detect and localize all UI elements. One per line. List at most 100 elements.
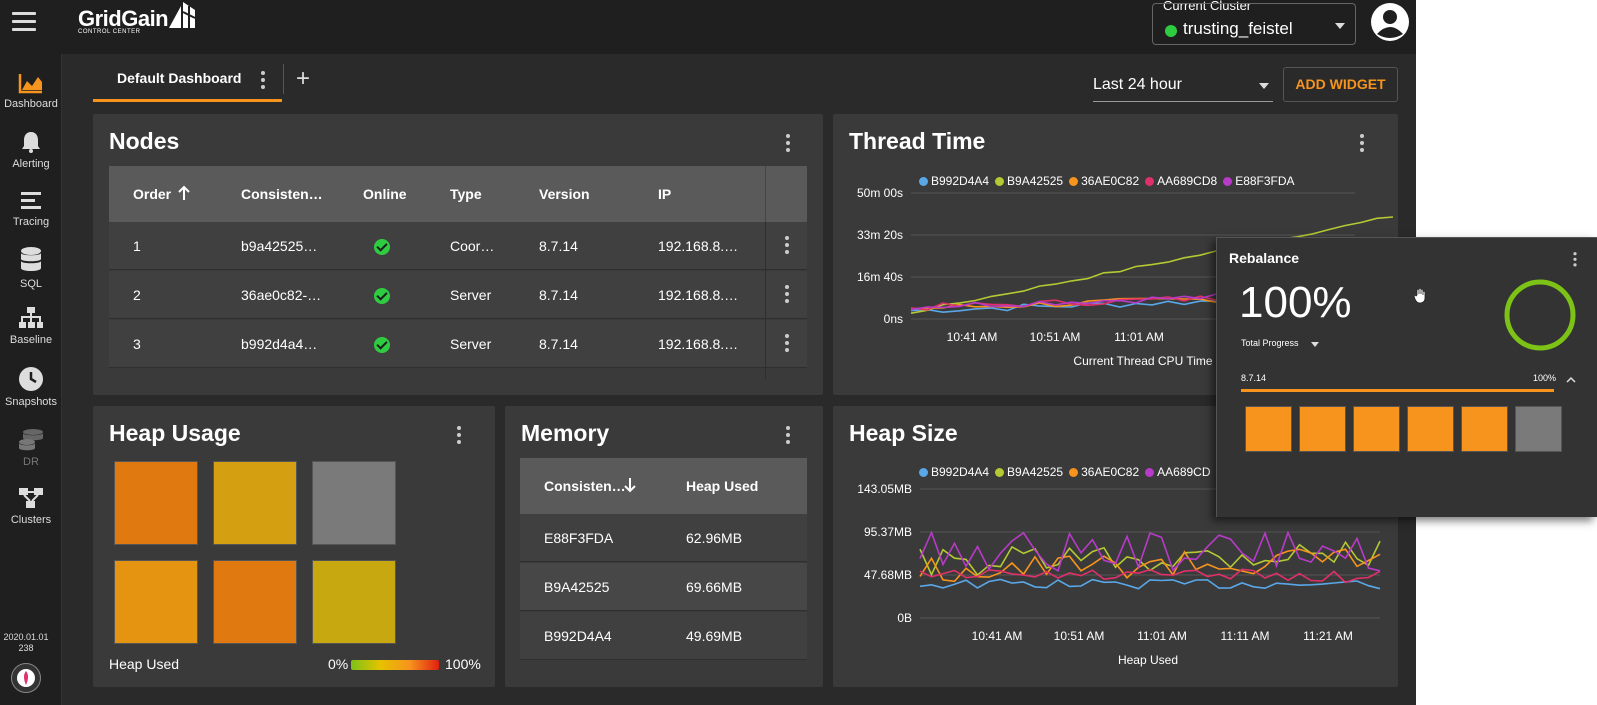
- table-row[interactable]: E88F3FDA 62.96MB: [520, 514, 807, 562]
- x-tick-label: 11:21 AM: [1303, 629, 1353, 643]
- sidebar-item-label: Clusters: [10, 514, 52, 526]
- widget-menu-icon[interactable]: [786, 134, 790, 155]
- sidebar-item-tracing[interactable]: Tracing: [0, 190, 62, 228]
- rebalance-widget[interactable]: Rebalance 100% Total Progress 8.7.14 100…: [1216, 237, 1597, 517]
- partition-cell[interactable]: [1245, 406, 1292, 452]
- sidebar-item-sql[interactable]: SQL: [0, 246, 62, 290]
- sidebar-item-label: Snapshots: [5, 396, 57, 408]
- table-row[interactable]: 1 b9a42525… Coor… 8.7.14 192.168.8.…: [109, 222, 807, 270]
- partition-cell[interactable]: [1407, 406, 1454, 452]
- nodes-widget: Nodes Order Consisten… Online Type Versi…: [93, 114, 823, 395]
- database-icon: [21, 247, 41, 271]
- heap-cell[interactable]: [312, 560, 396, 644]
- bell-icon: [22, 132, 40, 153]
- time-range-value: Last 24 hour: [1093, 76, 1182, 93]
- sidebar-item-label: Alerting: [12, 158, 50, 170]
- add-widget-button[interactable]: ADD WIDGET: [1283, 67, 1398, 102]
- version-date: 2020.01.01: [3, 632, 49, 642]
- heap-cell[interactable]: [114, 560, 198, 644]
- cell-version: 8.7.14: [539, 336, 578, 352]
- sidebar-item-dr[interactable]: DR: [0, 428, 62, 468]
- row-menu-icon[interactable]: [785, 334, 789, 355]
- cell-heap-used: 49.69MB: [686, 628, 743, 644]
- x-tick-label: 10:41 AM: [947, 330, 998, 344]
- widget-title: Nodes: [109, 128, 180, 154]
- column-header[interactable]: IP: [658, 186, 671, 202]
- column-header[interactable]: Type: [450, 186, 482, 202]
- y-tick-label: 0B: [897, 611, 912, 625]
- online-check-icon: [374, 239, 390, 255]
- rebalance-version: 8.7.14: [1241, 373, 1267, 383]
- column-header[interactable]: Consisten…: [544, 478, 626, 494]
- widget-title: Heap Usage: [109, 420, 241, 446]
- version-info: 2020.01.01 238: [0, 632, 52, 654]
- sidebar-item-snapshots[interactable]: Snapshots: [0, 366, 62, 408]
- cell-consistent-id: b9a42525…: [241, 238, 318, 254]
- tab-menu-icon[interactable]: [261, 71, 265, 92]
- column-header[interactable]: Online: [363, 186, 407, 202]
- x-axis-label: Heap Used: [1118, 653, 1178, 667]
- heap-usage-widget: Heap Usage Heap Used 0% 100%: [93, 406, 495, 687]
- rebalance-percent: 100%: [1239, 278, 1352, 327]
- column-divider: [765, 166, 766, 222]
- x-axis-label: Current Thread CPU Time: [1073, 354, 1212, 368]
- cluster-name: trusting_feistel: [1183, 19, 1293, 38]
- add-dashboard-plus-icon[interactable]: +: [296, 67, 310, 91]
- arrow-down-icon[interactable]: [623, 477, 637, 493]
- table-row[interactable]: 2 36ae0c82-… Server 8.7.14 192.168.8.…: [109, 271, 807, 319]
- table-row[interactable]: B9A42525 69.66MB: [520, 563, 807, 611]
- cell-type: Coor…: [450, 238, 495, 254]
- cluster-selector[interactable]: trusting_feistel: [1152, 3, 1356, 45]
- cell-consistent-id: E88F3FDA: [544, 530, 614, 546]
- partition-cell[interactable]: [1461, 406, 1508, 452]
- cell-heap-used: 62.96MB: [686, 530, 743, 546]
- x-tick-label: 11:11 AM: [1221, 629, 1270, 643]
- row-menu-icon[interactable]: [785, 285, 789, 306]
- scale-min-label: 0%: [328, 656, 349, 672]
- arrow-up-icon[interactable]: [177, 185, 191, 201]
- heap-gradient-scale: [351, 660, 439, 670]
- widget-menu-icon[interactable]: [786, 426, 790, 447]
- tab-default-dashboard[interactable]: Default Dashboard: [93, 54, 282, 102]
- row-menu-icon[interactable]: [785, 236, 789, 257]
- partition-cell[interactable]: [1353, 406, 1400, 452]
- cell-order: 3: [133, 336, 141, 352]
- total-progress-select[interactable]: Total Progress: [1241, 338, 1319, 348]
- logo: GridGain CONTROL CENTER: [78, 2, 196, 35]
- chevron-down-icon: [1259, 83, 1269, 89]
- column-header[interactable]: Order: [133, 186, 171, 202]
- table-row[interactable]: 3 b992d4a4… Server 8.7.14 192.168.8.…: [109, 320, 807, 368]
- heap-cell[interactable]: [114, 461, 198, 545]
- y-tick-label: 33m 20s: [857, 228, 903, 242]
- partition-cell[interactable]: [1299, 406, 1346, 452]
- heap-cell[interactable]: [213, 461, 297, 545]
- online-check-icon: [374, 337, 390, 353]
- widget-menu-icon[interactable]: [457, 426, 461, 447]
- y-tick-label: 143.05MB: [857, 482, 912, 496]
- cell-type: Server: [450, 287, 492, 303]
- sidebar-item-dashboard[interactable]: Dashboard: [0, 72, 62, 110]
- column-header[interactable]: Consisten…: [241, 186, 323, 202]
- column-header[interactable]: Version: [539, 186, 590, 202]
- user-avatar-icon[interactable]: [1370, 2, 1410, 42]
- column-header[interactable]: Heap Used: [686, 478, 758, 494]
- heap-cell[interactable]: [312, 461, 396, 545]
- scale-max-label: 100%: [445, 656, 481, 672]
- x-tick-label: 10:51 AM: [1054, 629, 1105, 643]
- chevron-up-icon[interactable]: [1566, 376, 1576, 384]
- table-row[interactable]: B992D4A4 49.69MB: [520, 612, 807, 660]
- heap-cell[interactable]: [213, 560, 297, 644]
- widget-menu-icon[interactable]: [1573, 252, 1577, 269]
- cell-version: 8.7.14: [539, 238, 578, 254]
- hamburger-menu-icon[interactable]: [12, 12, 36, 32]
- time-range-select[interactable]: Last 24 hour: [1093, 66, 1273, 102]
- progress-ring: [1504, 279, 1576, 351]
- powered-by-ignite-logo-icon: [11, 663, 41, 693]
- sidebar-item-alerting[interactable]: Alerting: [0, 130, 62, 170]
- sidebar-item-baseline[interactable]: Baseline: [0, 306, 62, 346]
- cell-version: 8.7.14: [539, 287, 578, 303]
- x-tick-label: 11:01 AM: [1114, 330, 1164, 344]
- sidebar-item-clusters[interactable]: Clusters: [0, 486, 62, 526]
- cell-consistent-id: 36ae0c82-…: [241, 287, 322, 303]
- partition-cell[interactable]: [1515, 406, 1562, 452]
